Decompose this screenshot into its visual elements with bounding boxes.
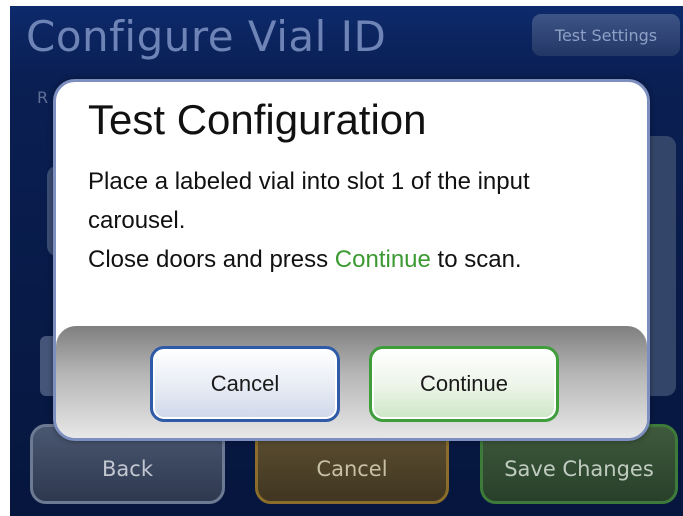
dialog-continue-button[interactable]: Continue bbox=[369, 346, 559, 422]
instruction-text-end: to scan. bbox=[430, 246, 522, 273]
background-field-label: R bbox=[37, 88, 49, 107]
dialog-instruction-line-2: Close doors and press Continue to scan. bbox=[88, 240, 628, 279]
page-title: Configure Vial ID bbox=[26, 12, 387, 61]
test-configuration-dialog: Test Configuration Place a labeled vial … bbox=[53, 79, 650, 441]
dialog-cancel-button[interactable]: Cancel bbox=[150, 346, 340, 422]
test-settings-button[interactable]: Test Settings bbox=[532, 14, 680, 56]
dialog-message: Place a labeled vial into slot 1 of the … bbox=[88, 162, 628, 279]
dialog-instruction-line: Place a labeled vial into slot 1 of the … bbox=[88, 168, 530, 234]
continue-highlight-text: Continue bbox=[334, 246, 431, 273]
dialog-title: Test Configuration bbox=[88, 96, 427, 143]
instruction-text: Close doors and press bbox=[88, 246, 335, 273]
